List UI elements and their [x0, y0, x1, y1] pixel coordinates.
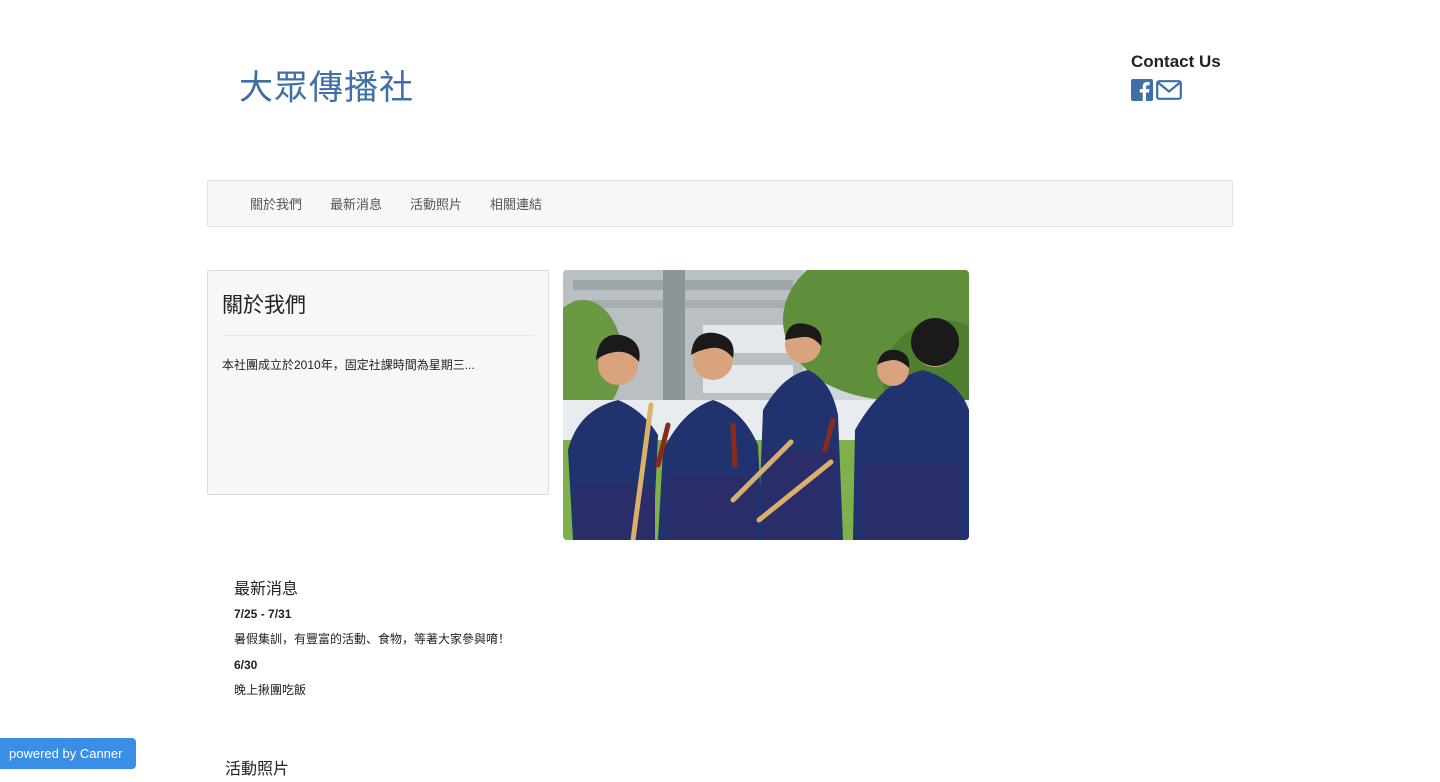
- site-title[interactable]: 大眾傳播社: [239, 60, 414, 109]
- nav-item-news[interactable]: 最新消息: [330, 194, 382, 213]
- news-item-text: 暑假集訓，有豐富的活動、食物，等著大家參與唷！: [234, 632, 511, 646]
- contact-label: Contact Us: [1131, 52, 1221, 71]
- about-panel: 關於我們 本社團成立於2010年，固定社課時間為星期三...: [207, 270, 549, 495]
- photos-section-title: 活動照片: [225, 761, 290, 778]
- featured-photo: [563, 270, 969, 540]
- nav-item-links[interactable]: 相關連結: [490, 194, 542, 213]
- news-item-date: 7/25 - 7/31: [234, 607, 292, 621]
- about-body: 本社團成立於2010年，固定社課時間為星期三...: [222, 358, 475, 372]
- facebook-icon[interactable]: [1131, 79, 1153, 101]
- news-title: 最新消息: [234, 581, 299, 598]
- about-title: 關於我們: [222, 289, 534, 336]
- contact-section: Contact Us: [1131, 52, 1221, 101]
- main-navbar: 關於我們 最新消息 活動照片 相關連結: [207, 180, 1233, 227]
- news-item-date: 6/30: [234, 658, 258, 672]
- mail-icon[interactable]: [1156, 79, 1182, 101]
- nav-item-about[interactable]: 關於我們: [250, 194, 302, 213]
- nav-item-photos[interactable]: 活動照片: [410, 194, 462, 213]
- powered-by-canner-badge[interactable]: powered by Canner: [0, 738, 136, 769]
- news-list: 7/25 - 7/31 暑假集訓，有豐富的活動、食物，等著大家參與唷！ 6/30…: [234, 607, 510, 698]
- news-section: 最新消息 7/25 - 7/31 暑假集訓，有豐富的活動、食物，等著大家參與唷！…: [234, 575, 510, 709]
- contact-icons: [1131, 79, 1221, 101]
- news-item-text: 晚上揪團吃飯: [234, 683, 307, 697]
